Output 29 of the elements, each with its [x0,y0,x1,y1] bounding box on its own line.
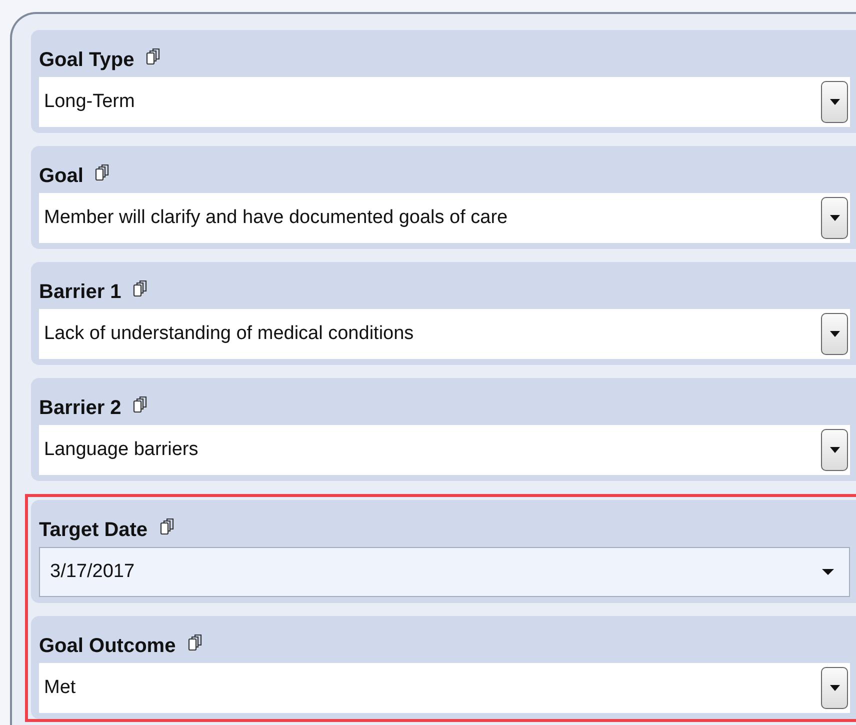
dropdown-field[interactable]: Long-Term [39,77,850,127]
copy-icon[interactable] [133,396,148,413]
caret-icon [828,214,840,222]
dropdown-button[interactable] [821,197,848,239]
dropdown-field[interactable]: Member will clarify and have documented goals of care [39,193,850,243]
field-label: Goal [39,165,84,188]
dropdown-button[interactable] [821,313,848,355]
caret-icon [828,98,840,106]
caret-icon [821,568,835,576]
dropdown-button[interactable] [821,81,848,123]
copy-icon[interactable] [160,518,174,535]
field-label: Goal Outcome [39,635,176,658]
dropdown-button[interactable] [821,429,848,471]
dropdown-field[interactable]: Met [39,663,850,713]
copy-icon[interactable] [146,48,160,65]
field-label: Barrier 1 [39,281,122,304]
copy-icon[interactable] [133,280,148,297]
field-label: Goal Type [39,49,134,72]
date-field[interactable]: 3/17/2017 [39,547,850,597]
caret-icon [828,446,840,454]
dropdown-field[interactable]: Lack of understanding of medical conditions [39,309,850,359]
field-label: Barrier 2 [39,397,122,420]
copy-icon[interactable] [95,164,110,181]
copy-icon[interactable] [188,634,202,651]
dropdown-button[interactable] [821,667,848,709]
field-label: Target Date [39,519,148,542]
caret-icon [828,330,840,338]
dropdown-field[interactable]: Language barriers [39,425,850,475]
caret-icon [828,684,840,692]
